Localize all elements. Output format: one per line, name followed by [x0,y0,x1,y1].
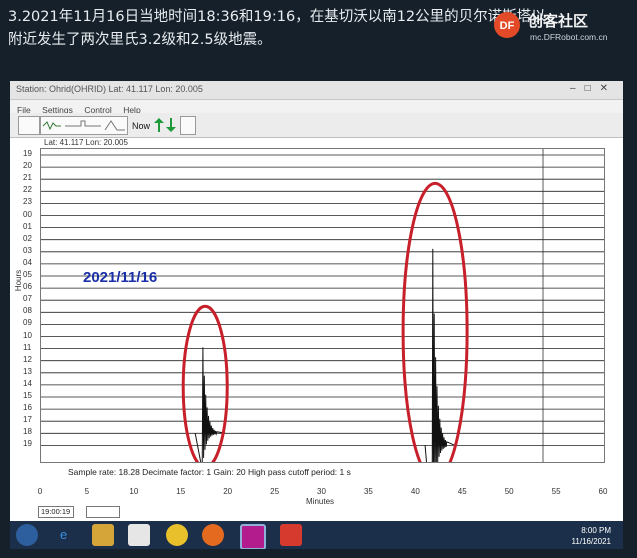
minute-label: 5 [84,487,90,496]
hour-label: 12 [23,354,32,364]
minute-label: 35 [363,487,373,496]
empty-field[interactable] [86,506,120,518]
time-field[interactable]: 19:00:19 [38,506,74,518]
menu-bar: File Settings Control Help [10,100,623,115]
maximize-icon[interactable]: □ [585,83,600,94]
minute-label: 10 [129,487,139,496]
hour-label: 22 [23,185,32,195]
waveform-icon [42,120,125,131]
acquisition-info: Sample rate: 18.28 Decimate factor: 1 Ga… [68,467,351,477]
x-axis-title: Minutes [306,497,335,506]
toolbar: Now [10,113,623,138]
hour-label: 21 [23,173,32,183]
print-icon[interactable] [180,116,196,135]
hour-label: 23 [23,197,32,207]
earthquake-signal [424,248,456,530]
hour-label: 19 [23,149,32,158]
hour-label: 18 [23,427,32,437]
dfrobot-logo-icon: DF [494,12,520,38]
y-axis-title: Hours [14,269,24,292]
date-label: 2021/11/16 [83,269,158,286]
window-titlebar: Station: Ohrid(OHRID) Lat: 41.117 Lon: 2… [10,81,623,100]
hour-label: 20 [23,161,32,171]
hour-label: 14 [23,378,32,388]
hour-label: 03 [23,245,32,255]
windows-taskbar: e 8:00 PM 11/16/2021 [10,521,623,549]
hour-label: 10 [23,330,32,340]
hour-label: 07 [23,294,32,304]
hour-label: 19 [23,439,32,449]
hour-label: 00 [23,209,32,219]
minute-label: 40 [410,487,420,496]
window-title: Station: Ohrid(OHRID) Lat: 41.117 Lon: 2… [16,84,203,94]
station-coords: Lat: 41.117 Lon: 20.005 [44,138,128,147]
taskbar-clock[interactable]: 8:00 PM 11/16/2021 [572,525,611,547]
hour-label: 01 [23,221,32,231]
seismograph-screenshot: Station: Ohrid(OHRID) Lat: 41.117 Lon: 2… [10,81,623,549]
seismogram-traces [41,149,604,530]
minute-label: 15 [176,487,186,496]
hour-label: 16 [23,403,32,413]
now-button[interactable]: Now [132,121,150,131]
hour-label: 05 [23,270,32,279]
up-down-arrows-icon[interactable] [152,117,178,133]
minute-label: 0 [37,487,43,496]
hour-label: 06 [23,282,32,292]
minute-label: 25 [270,487,280,496]
media-player-icon[interactable] [128,524,150,546]
watermark-name: 创客社区 [528,12,589,30]
watermark-url: mc.DFRobot.com.cn [530,32,608,42]
internet-explorer-icon[interactable]: e [60,527,67,542]
clock-date: 11/16/2021 [571,537,611,546]
minute-label: 50 [504,487,514,496]
logo-text: DF [500,20,515,32]
caption-line-1: 3.2021年11月16日当地时间18:36和19:16，在基切沃以南12公里的… [8,9,546,25]
firefox-icon[interactable] [202,524,224,546]
dfrobot-watermark: DF 创客社区 mc.DFRobot.com.cn [492,8,632,48]
seismogram-plot: 2021/11/16 [40,148,605,530]
hour-label: 02 [23,233,32,243]
hour-label: 13 [23,366,32,376]
chrome-icon[interactable] [166,524,188,546]
minute-label: 55 [551,487,561,496]
open-icon[interactable] [18,116,40,135]
minimize-icon[interactable]: – [570,83,585,94]
seismograph-app-icon[interactable] [240,524,266,549]
minute-label: 20 [223,487,233,496]
minute-label: 60 [598,487,608,496]
post-caption: 3.2021年11月16日当地时间18:36和19:16，在基切沃以南12公里的… [8,6,546,52]
clock-time: 8:00 PM [581,526,611,535]
hour-label: 09 [23,318,32,328]
minute-label: 30 [317,487,326,496]
hour-label: 08 [23,306,32,316]
hour-label: 04 [23,257,32,267]
caption-line-2: 附近发生了两次里氏3.2级和2.5级地震。 [8,32,272,48]
hour-label: 17 [23,415,32,425]
minute-label: 45 [457,487,467,496]
close-icon[interactable]: ✕ [600,83,617,94]
hour-label: 11 [23,342,32,352]
hour-label: 15 [23,391,32,400]
waveform-tools[interactable] [40,116,128,135]
anydesk-icon[interactable] [280,524,302,546]
window-controls: –□✕ [570,83,617,94]
file-explorer-icon[interactable] [92,524,114,546]
start-button[interactable] [16,524,38,546]
